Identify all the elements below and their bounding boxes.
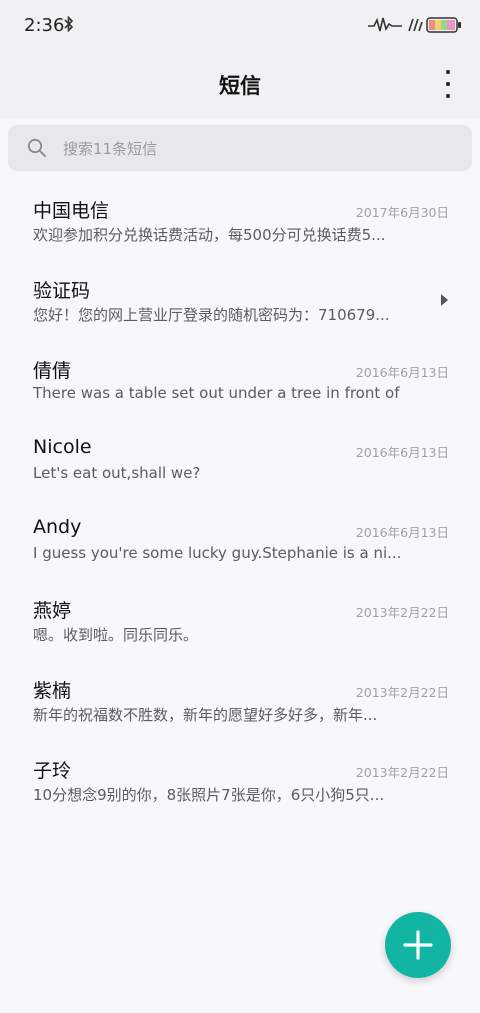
search-placeholder: 搜索11条短信 (63, 140, 158, 158)
contact-name: 子玲 (33, 760, 72, 782)
message-date: 2016年6月13日 (355, 445, 449, 460)
wifi-icon (408, 18, 423, 32)
contact-name: 验证码 (33, 280, 91, 302)
app-bar: 短信 (0, 52, 480, 118)
list-item[interactable]: 燕婷 2013年2月22日 嗯。收到啦。同乐同乐。 (0, 576, 480, 656)
bluetooth-icon (64, 15, 74, 33)
message-preview: 您好！您的网上营业厅登录的随机密码为：710679... (33, 306, 390, 324)
message-list: 中国电信 2017年6月30日 欢迎参加积分兑换话费活动，每500分可兑换话费5… (0, 176, 480, 816)
message-date: 2013年2月22日 (355, 605, 449, 620)
message-date: 2013年2月22日 (355, 765, 449, 780)
message-date: 2017年6月30日 (355, 205, 449, 220)
contact-name: 倩倩 (33, 360, 72, 382)
list-item[interactable]: 子玲 2013年2月22日 10分想念9别的你，8张照片7张是你，6只小狗5只.… (0, 736, 480, 816)
message-preview: 欢迎参加积分兑换话费活动，每500分可兑换话费5... (33, 226, 386, 244)
more-vertical-icon (446, 70, 450, 74)
message-preview: 嗯。收到啦。同乐同乐。 (33, 626, 199, 644)
list-item[interactable]: Andy 2016年6月13日 I guess you're some luck… (0, 496, 480, 576)
contact-name: 紫楠 (33, 680, 72, 702)
list-item[interactable]: 中国电信 2017年6月30日 欢迎参加积分兑换话费活动，每500分可兑换话费5… (0, 176, 480, 256)
message-preview: 新年的祝福数不胜数，新年的愿望好多好多，新年... (33, 706, 378, 724)
expand-arrow-icon[interactable] (440, 293, 449, 307)
battery-icon (426, 17, 461, 33)
message-preview: 10分想念9别的你，8张照片7张是你，6只小狗5只... (33, 786, 385, 804)
message-date: 2016年6月13日 (355, 525, 449, 540)
plus-icon (403, 930, 433, 960)
message-preview: I guess you're some lucky guy.Stephanie … (33, 544, 402, 562)
signal-icon (368, 17, 402, 32)
search-input[interactable]: 搜索11条短信 (8, 125, 472, 171)
message-preview: Let's eat out,shall we? (33, 464, 201, 482)
page-title: 短信 (219, 74, 261, 98)
message-preview: There was a table set out under a tree i… (33, 384, 403, 402)
search-icon (27, 138, 46, 157)
message-date: 2013年2月22日 (355, 685, 449, 700)
status-bar: 2:36 (0, 0, 480, 52)
list-item[interactable]: Nicole 2016年6月13日 Let's eat out,shall we… (0, 416, 480, 496)
contact-name: Andy (33, 516, 82, 538)
contact-name: 燕婷 (33, 600, 72, 622)
message-date: 2016年6月13日 (355, 365, 449, 380)
new-message-button[interactable] (385, 912, 451, 978)
contact-name: 中国电信 (33, 200, 110, 222)
status-time: 2:36 (24, 15, 65, 36)
more-options-button[interactable] (442, 70, 454, 98)
list-item[interactable]: 验证码 您好！您的网上营业厅登录的随机密码为：710679... (0, 256, 480, 336)
list-item[interactable]: 紫楠 2013年2月22日 新年的祝福数不胜数，新年的愿望好多好多，新年... (0, 656, 480, 736)
list-item[interactable]: 倩倩 2016年6月13日 There was a table set out … (0, 336, 480, 416)
contact-name: Nicole (33, 436, 92, 458)
